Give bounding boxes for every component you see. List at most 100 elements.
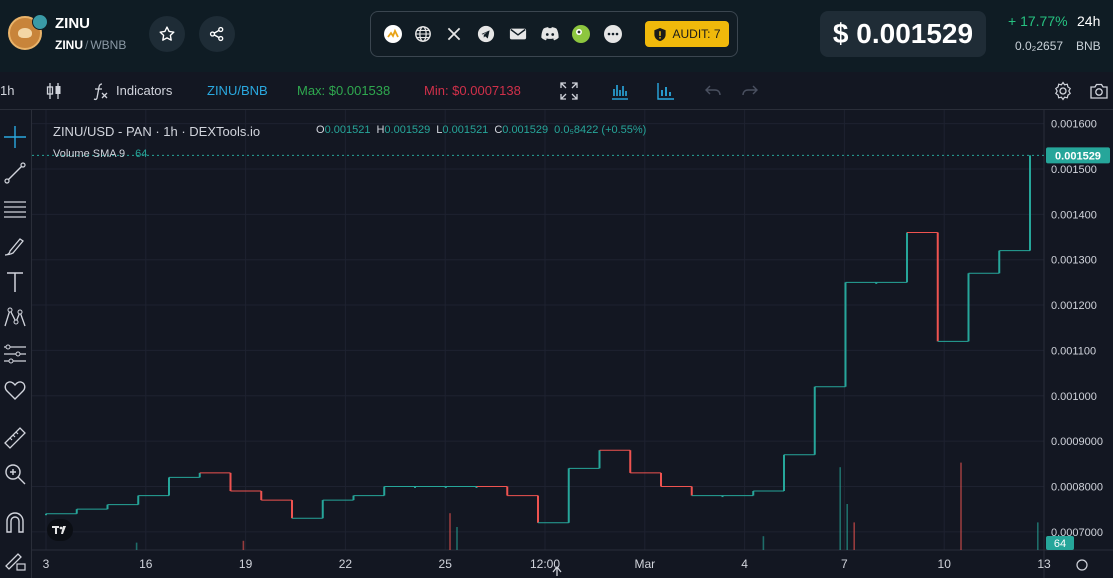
price-chart[interactable]: 0.0007000 0.0008000 0.0009000 0.001000 0.001… <box>32 110 1113 578</box>
ohlc-change: 0.0₅8422 (+0.55%) <box>554 124 647 136</box>
pair-base[interactable]: ZINU <box>55 38 83 52</box>
price-candle <box>321 500 324 519</box>
price-candle <box>383 486 386 496</box>
price-candle <box>752 491 755 496</box>
price-candle <box>106 504 109 510</box>
indicators-icon[interactable] <box>90 81 110 101</box>
y-tick-label: 0.0009000 <box>1051 436 1103 448</box>
volume-bar <box>762 536 765 550</box>
telegram-icon[interactable] <box>476 24 496 44</box>
volume-bar <box>242 540 245 550</box>
ohlc-value: 0.001521 <box>324 124 371 136</box>
redo-icon[interactable] <box>740 81 760 101</box>
globe-icon[interactable] <box>413 24 433 44</box>
x-tick-label: 25 <box>439 557 453 571</box>
chart-legend-title: ZINU/USD - PAN · 1h · DEXTools.io <box>53 124 261 139</box>
shield-icon <box>654 27 667 41</box>
price-candle <box>1029 155 1031 251</box>
audit-label: AUDIT: 7 <box>672 27 721 41</box>
interval-selector[interactable]: 1h <box>0 83 14 98</box>
favorite-button[interactable] <box>149 16 185 52</box>
price-candle <box>906 232 908 283</box>
change-period: 24h <box>1077 13 1101 29</box>
price-usd: $ 0.001529 <box>820 11 986 57</box>
volume-bar <box>1037 522 1039 550</box>
price-candle <box>690 486 693 496</box>
price-candle <box>137 495 140 505</box>
text-tool-icon[interactable] <box>2 269 28 295</box>
star-icon <box>159 26 175 41</box>
price-candle <box>660 472 662 487</box>
volume-bar <box>456 527 458 550</box>
last-price-label: 0.001529 <box>1055 150 1101 162</box>
coingecko-icon[interactable] <box>571 24 591 44</box>
pair-switch-button[interactable]: ZINU/BNB <box>207 83 268 98</box>
price-candle <box>813 386 816 455</box>
magnet-icon[interactable] <box>2 510 28 536</box>
price-candle <box>537 495 539 523</box>
y-tick-label: 0.001200 <box>1051 300 1097 312</box>
more-icon[interactable] <box>603 24 623 44</box>
x-tick-label: 3 <box>43 557 50 571</box>
price-chart-canvas[interactable]: 0.00070000.00080000.00090000.0010000.001… <box>32 110 1113 578</box>
fullscreen-icon[interactable] <box>559 81 579 101</box>
volume-bar <box>839 467 841 550</box>
volume-toggle-icon[interactable] <box>656 81 676 101</box>
ruler-icon[interactable] <box>2 425 28 451</box>
x-icon[interactable] <box>444 24 464 44</box>
pattern-tool-icon[interactable] <box>2 305 28 331</box>
lock-drawings-icon[interactable] <box>2 546 28 572</box>
share-button[interactable] <box>199 16 235 52</box>
ohlc-readout: O0.001521 H0.001529 L0.001521 C0.001529 0.0₅… <box>316 124 646 136</box>
heart-icon[interactable] <box>2 377 28 403</box>
discord-icon[interactable] <box>540 24 560 44</box>
pair-name: ZINU / WBNB <box>55 38 126 52</box>
zoom-in-icon[interactable] <box>2 461 28 487</box>
ohlc-value: 0.001521 <box>442 124 489 136</box>
price-change-24h: + 17.77% <box>1008 13 1068 29</box>
trendline-icon[interactable] <box>2 160 28 186</box>
volume-legend: Volume SMA 9 64 <box>53 148 147 160</box>
mail-icon[interactable] <box>508 24 528 44</box>
y-tick-label: 0.001300 <box>1051 255 1097 267</box>
chart-style-icon[interactable] <box>610 81 630 101</box>
y-tick-label: 0.001100 <box>1051 345 1096 357</box>
price-candle <box>168 477 170 496</box>
y-tick-label: 0.001600 <box>1051 119 1097 131</box>
price-candle <box>783 454 785 492</box>
brush-icon[interactable] <box>2 233 28 259</box>
price-candle <box>936 232 939 342</box>
settings-icon[interactable] <box>1053 81 1073 101</box>
chain-badge-icon <box>32 14 48 30</box>
y-tick-label: 0.0008000 <box>1051 481 1103 493</box>
y-tick-label: 0.001500 <box>1051 164 1097 176</box>
x-tick-label: Mar <box>634 557 655 571</box>
pair-quote[interactable]: WBNB <box>90 38 126 52</box>
fib-retracement-icon[interactable] <box>2 197 28 223</box>
axis-settings-icon <box>1076 559 1088 571</box>
candlestick-type-icon[interactable] <box>44 81 64 101</box>
coinmarketcap-icon[interactable] <box>383 24 403 44</box>
price-candle <box>75 509 78 514</box>
x-tick-label: 4 <box>741 557 748 571</box>
prediction-tool-icon[interactable] <box>2 341 28 367</box>
min-price-label: Min: $0.0007138 <box>424 83 521 98</box>
x-tick-label: 7 <box>841 557 848 571</box>
volume-bar <box>846 504 848 550</box>
token-name: ZINU <box>55 15 90 32</box>
dextools-chart-page: ZINU ZINU / WBNB AUDIT: 7 $ 0.001529 + 1… <box>0 0 1113 578</box>
undo-icon[interactable] <box>703 81 723 101</box>
volume-bar <box>853 522 855 550</box>
screenshot-icon[interactable] <box>1089 81 1109 101</box>
volume-badge-label: 64 <box>1054 538 1066 550</box>
price-candle <box>598 450 601 469</box>
x-tick-label: 19 <box>239 557 253 571</box>
x-tick-label: 10 <box>938 557 952 571</box>
price-candle <box>229 472 232 492</box>
volume-bar <box>449 513 451 550</box>
tradingview-logo-icon[interactable] <box>47 519 73 541</box>
audit-button[interactable]: AUDIT: 7 <box>645 21 729 47</box>
indicators-button[interactable]: Indicators <box>116 83 172 98</box>
pair-separator: / <box>85 38 89 52</box>
crosshair-icon[interactable] <box>2 124 28 150</box>
